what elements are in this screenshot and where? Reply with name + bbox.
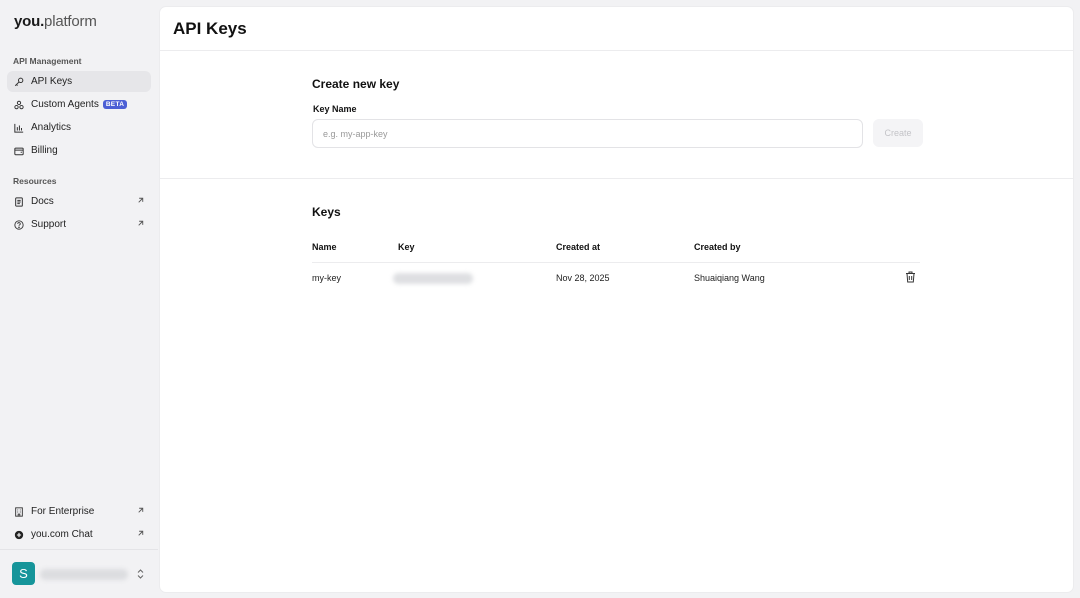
- bar-chart-icon: [13, 122, 24, 133]
- chevron-up-down-icon[interactable]: [136, 568, 145, 580]
- table-header-divider: [312, 262, 920, 263]
- sidebar-item-label: Billing: [31, 145, 58, 156]
- document-icon: [13, 196, 24, 207]
- sidebar-item-label: Custom Agents: [31, 99, 99, 110]
- column-header-created-at: Created at: [556, 242, 601, 252]
- api-management-label: API Management: [13, 56, 82, 66]
- main-panel: API Keys Create new key Key Name Create …: [159, 6, 1074, 593]
- create-button[interactable]: Create: [873, 119, 923, 147]
- sidebar-item-label: you.com Chat: [31, 529, 93, 540]
- logo[interactable]: you.platform: [14, 13, 97, 30]
- account-name-redacted: [40, 569, 128, 580]
- sidebar: you.platform API Management API Keys Cus…: [0, 0, 158, 598]
- sidebar-item-for-enterprise[interactable]: For Enterprise: [7, 501, 151, 522]
- column-header-created-by: Created by: [694, 242, 741, 252]
- beta-badge: BETA: [102, 100, 128, 109]
- resources-label: Resources: [13, 176, 57, 186]
- building-icon: [13, 506, 24, 517]
- sidebar-item-label: Support: [31, 219, 67, 230]
- column-header-key: Key: [398, 242, 415, 252]
- external-link-icon: [138, 507, 144, 513]
- key-name-cell: my-key: [312, 273, 341, 283]
- key-value-redacted: [393, 273, 473, 284]
- sidebar-item-label: API Keys: [31, 76, 73, 87]
- agents-icon: [13, 99, 24, 110]
- wallet-icon: [13, 145, 24, 156]
- keys-heading: Keys: [312, 205, 341, 219]
- sidebar-item-label: Analytics: [31, 122, 72, 133]
- sidebar-item-docs[interactable]: Docs: [7, 191, 151, 212]
- created-at-cell: Nov 28, 2025: [556, 273, 610, 283]
- external-link-icon: [138, 197, 144, 203]
- help-circle-icon: [13, 219, 24, 230]
- external-link-icon: [138, 530, 144, 536]
- sidebar-item-billing[interactable]: Billing: [7, 140, 151, 161]
- section-divider: [160, 178, 1073, 179]
- chat-icon: [13, 529, 24, 540]
- sidebar-item-custom-agents[interactable]: Custom Agents BETA: [7, 94, 151, 115]
- key-name-input[interactable]: [312, 119, 863, 148]
- sidebar-item-label: Docs: [31, 196, 54, 207]
- avatar[interactable]: S: [12, 562, 35, 585]
- trash-icon[interactable]: [905, 271, 916, 283]
- sidebar-item-label: For Enterprise: [31, 506, 95, 517]
- sidebar-item-analytics[interactable]: Analytics: [7, 117, 151, 138]
- sidebar-item-api-keys[interactable]: API Keys: [7, 71, 151, 92]
- column-header-name: Name: [312, 242, 337, 252]
- key-name-label: Key Name: [313, 104, 357, 114]
- header-divider: [160, 50, 1073, 51]
- sidebar-item-support[interactable]: Support: [7, 214, 151, 235]
- key-icon: [13, 76, 24, 87]
- create-key-heading: Create new key: [312, 77, 400, 91]
- sidebar-item-youcom-chat[interactable]: you.com Chat: [7, 524, 151, 545]
- page-title: API Keys: [173, 19, 247, 38]
- external-link-icon: [138, 220, 144, 226]
- sidebar-divider: [0, 549, 158, 550]
- created-by-cell: Shuaiqiang Wang: [694, 273, 765, 283]
